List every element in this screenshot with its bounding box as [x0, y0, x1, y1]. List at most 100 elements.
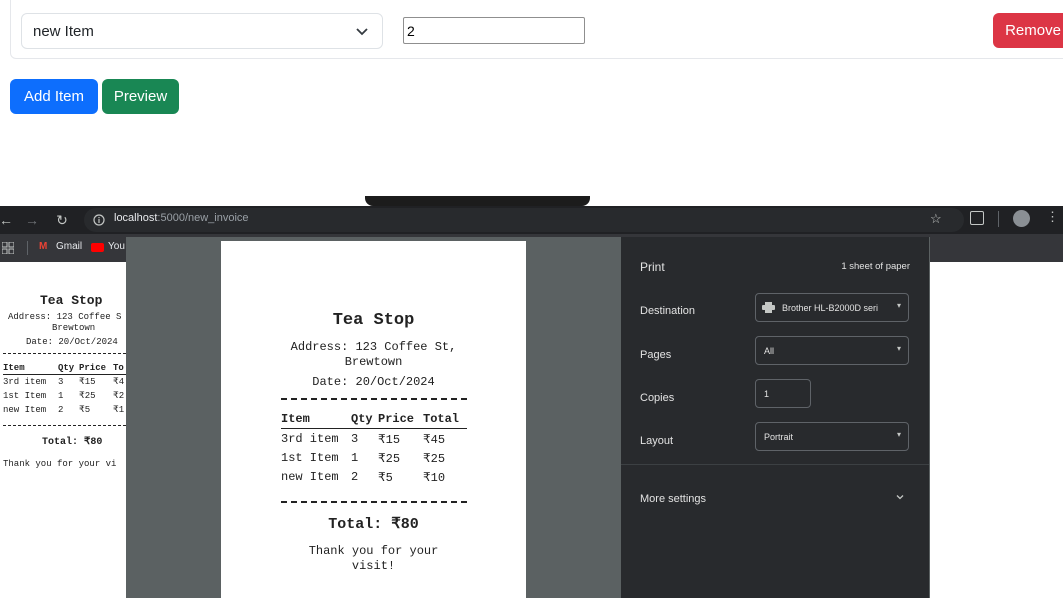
item-select[interactable]: new Item [21, 13, 383, 49]
background-receipt: Tea Stop Address: 123 Coffee S Brewtown … [0, 262, 126, 598]
destination-value: Brother HL-B2000D seri [782, 303, 879, 313]
url-path: :5000/new_invoice [157, 212, 249, 224]
bg-row-qty: 1 [58, 391, 64, 401]
item-select-value: new Item [33, 23, 94, 40]
info-icon [93, 214, 105, 226]
forward-arrow-icon[interactable]: → [22, 210, 42, 230]
row-item: new Item [281, 470, 339, 484]
row-total: ₹10 [423, 471, 446, 485]
bg-row-price: ₹15 [79, 377, 96, 387]
browser-window: ← → ↻ localhost:5000/new_invoice ☆ ⋮ M G… [0, 196, 1063, 598]
receipt-date: Date: 20/Oct/2024 [312, 375, 435, 389]
copies-label: Copies [640, 392, 675, 404]
bg-divider [3, 353, 126, 354]
receipt-thanks-line2: visit! [351, 559, 396, 573]
layout-value: Portrait [764, 432, 794, 442]
back-arrow-icon[interactable]: ← [0, 210, 16, 230]
pages-select[interactable]: All ▾ [755, 336, 909, 365]
bg-header-price: Price [79, 363, 107, 373]
header-total: Total [423, 412, 460, 426]
pages-label: Pages [640, 349, 672, 361]
receipt-address-line1: Address: 123 Coffee St, [290, 340, 457, 354]
bg-address-line2: Brewtown [52, 323, 96, 333]
more-settings-toggle[interactable]: More settings [640, 493, 706, 505]
youtube-icon [91, 243, 104, 252]
bg-divider [3, 425, 126, 426]
destination-select[interactable]: Brother HL-B2000D seri ▾ [755, 293, 909, 322]
bg-total: Total: ₹80 [42, 437, 103, 448]
pages-value: All [764, 346, 775, 356]
bg-address: Address: 123 Coffee S [8, 312, 122, 322]
row-total: ₹25 [423, 452, 446, 466]
row-price: ₹25 [378, 452, 401, 466]
bg-row-qty: 2 [58, 405, 64, 415]
add-item-button[interactable]: Add Item [10, 79, 98, 114]
header-price: Price [378, 412, 415, 426]
page-right-area [929, 262, 1063, 598]
layout-select[interactable]: Portrait ▾ [755, 422, 909, 451]
bookmark-gmail[interactable]: Gmail [56, 241, 82, 252]
bg-header-item: Item [3, 363, 25, 373]
receipt-total: Total: ₹80 [328, 516, 419, 533]
chevron-down-icon: ▾ [896, 430, 901, 439]
preview-button[interactable]: Preview [102, 79, 179, 114]
copies-value: 1 [764, 389, 770, 399]
star-icon[interactable]: ☆ [930, 211, 942, 227]
receipt-divider [281, 398, 467, 400]
header-item: Item [281, 412, 310, 426]
print-settings-panel: Print 1 sheet of paper Destination Broth… [621, 237, 929, 598]
print-title: Print [640, 260, 665, 274]
chevron-down-icon[interactable] [895, 492, 905, 502]
chevron-down-icon: ▾ [896, 344, 901, 353]
bookmark-youtube[interactable]: You [108, 241, 125, 252]
row-qty: 3 [351, 432, 359, 446]
remove-button[interactable]: Remove [993, 13, 1063, 48]
chevron-down-icon: ▾ [896, 301, 901, 310]
menu-icon[interactable]: ⋮ [1046, 209, 1059, 225]
bg-thanks: Thank you for your vi [3, 459, 117, 469]
row-total: ₹45 [423, 433, 446, 447]
invoice-form-area: new Item Remove Add Item Preview [0, 0, 1063, 196]
address-bar[interactable]: localhost:5000/new_invoice ☆ [84, 208, 964, 232]
row-price: ₹15 [378, 433, 401, 447]
bg-header-rule [3, 374, 126, 375]
bg-row-price: ₹5 [79, 405, 91, 415]
panel-divider [621, 464, 929, 465]
chevron-down-icon [356, 28, 368, 36]
row-qty: 2 [351, 470, 359, 484]
bg-row-item: new Item [3, 405, 47, 415]
bg-row-qty: 3 [58, 377, 64, 387]
bg-header-qty: Qty [58, 363, 75, 373]
gmail-icon: M [39, 241, 48, 252]
bookmarks-divider [27, 241, 28, 255]
reload-icon[interactable]: ↻ [52, 210, 72, 230]
bg-row-price: ₹25 [79, 391, 96, 401]
bg-shop-name: Tea Stop [40, 293, 103, 308]
url-host: localhost [114, 212, 158, 224]
header-rule [281, 428, 467, 429]
receipt-address-line2: Brewtown [344, 355, 403, 369]
extensions-icon[interactable] [970, 211, 984, 225]
bg-row-total: ₹1 [113, 405, 125, 415]
row-item: 1st Item [281, 451, 339, 465]
profile-icon[interactable] [1013, 210, 1030, 227]
bg-row-item: 3rd item [3, 377, 47, 387]
url-text: localhost:5000/new_invoice [114, 212, 249, 224]
bg-date: Date: 20/Oct/2024 [26, 337, 118, 347]
row-price: ₹5 [378, 471, 393, 485]
bg-row-total: ₹4 [113, 377, 125, 387]
camera-notch [365, 196, 590, 206]
copies-input[interactable]: 1 [755, 379, 811, 408]
row-qty: 1 [351, 451, 359, 465]
toolbar-divider [998, 211, 999, 227]
apps-grid-icon[interactable] [2, 242, 14, 254]
screen-bezel [0, 196, 1063, 206]
header-qty: Qty [351, 412, 373, 426]
quantity-input[interactable] [403, 17, 585, 44]
bg-row-total: ₹2 [113, 391, 125, 401]
receipt-shop-name: Tea Stop [332, 311, 415, 330]
printer-icon [762, 302, 775, 313]
row-item: 3rd item [281, 432, 339, 446]
layout-label: Layout [640, 435, 674, 447]
bg-row-item: 1st Item [3, 391, 47, 401]
